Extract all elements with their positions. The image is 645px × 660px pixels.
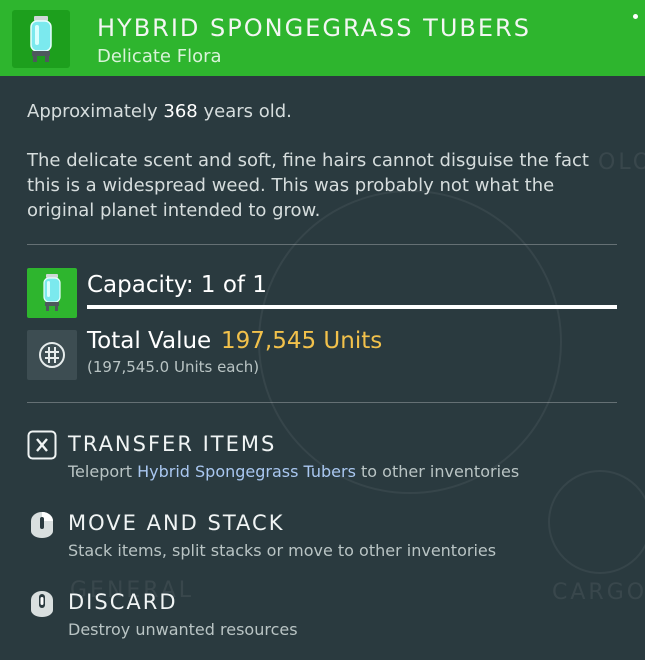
item-category: Delicate Flora <box>97 46 222 67</box>
capacity-bar <box>87 305 617 309</box>
capacity-label: Capacity: 1 of 1 <box>87 272 267 298</box>
transfer-desc-item: Hybrid Spongegrass Tubers <box>137 462 356 481</box>
age-years: 368 <box>163 101 198 122</box>
mouse-right-icon <box>31 512 53 538</box>
item-icon-frame <box>12 10 70 68</box>
item-title: HYBRID SPONGEGRASS TUBERS <box>97 14 531 42</box>
age-suffix: years old. <box>203 101 292 122</box>
transfer-items-label: TRANSFER ITEMS <box>68 432 277 456</box>
tuber-canister-icon <box>30 16 52 62</box>
header-indicator-dot <box>633 14 638 19</box>
capacity-icon-frame <box>27 268 77 318</box>
total-value-amount: 197,545 Units <box>221 328 383 354</box>
transfer-desc-prefix: Teleport <box>68 462 132 481</box>
move-and-stack-label: MOVE AND STACK <box>68 511 285 535</box>
transfer-items-description: Teleport Hybrid Spongegrass Tubers to ot… <box>68 462 519 481</box>
unit-value-each: (197,545.0 Units each) <box>87 358 260 376</box>
background-ring <box>548 470 645 574</box>
background-cargo-text: CARGO <box>552 580 645 605</box>
section-divider <box>27 244 617 245</box>
value-icon-frame <box>27 330 77 380</box>
mouse-middle-icon <box>31 591 53 617</box>
item-description: The delicate scent and soft, fine hairs … <box>27 150 589 221</box>
units-currency-icon <box>39 342 65 368</box>
section-divider <box>27 402 617 403</box>
discard-description: Destroy unwanted resources <box>68 620 298 639</box>
tuber-canister-icon <box>43 274 61 311</box>
age-prefix: Approximately <box>27 101 158 122</box>
transfer-desc-suffix: to other inventories <box>361 462 520 481</box>
item-header: HYBRID SPONGEGRASS TUBERS Delicate Flora <box>0 0 645 76</box>
move-and-stack-description: Stack items, split stacks or move to oth… <box>68 541 497 560</box>
x-key-icon <box>27 430 57 460</box>
total-value-label: Total Value <box>87 328 212 354</box>
discard-label: DISCARD <box>68 590 178 614</box>
item-age: Approximately 368 years old. <box>27 101 292 122</box>
